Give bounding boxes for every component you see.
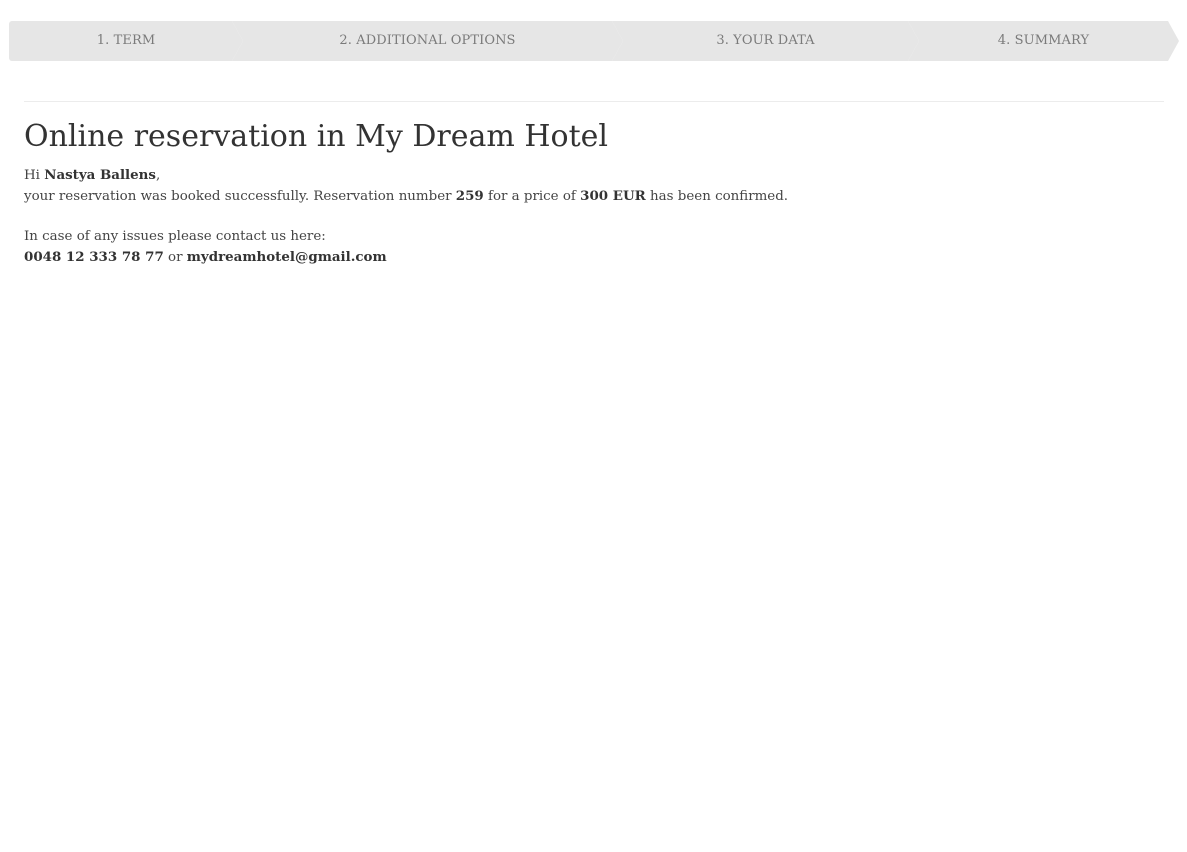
step-term[interactable]: 1. TERM — [9, 21, 243, 61]
contact-phone-link[interactable]: 0048 12 333 78 77 — [24, 249, 164, 265]
step-summary[interactable]: 4. SUMMARY — [908, 21, 1179, 61]
step-summary-label: 4. SUMMARY — [997, 33, 1090, 48]
reservation-number: 259 — [455, 188, 484, 204]
contact-separator: or — [163, 250, 187, 265]
reservation-line: your reservation was booked successfully… — [24, 186, 788, 207]
guest-name: Nastya Ballens — [44, 167, 156, 183]
reservation-price: 300 EUR — [580, 188, 646, 204]
greeting-prefix: Hi — [24, 168, 45, 183]
confirmed-text: has been confirmed. — [645, 189, 789, 204]
reservation-steps: 1. TERM 2. ADDITIONAL OPTIONS 3. YOUR DA… — [9, 21, 1179, 61]
step-additional-options[interactable]: 2. ADDITIONAL OPTIONS — [232, 21, 623, 61]
price-prefix: for a price of — [483, 189, 581, 204]
contact-email-link[interactable]: mydreamhotel@gmail.com — [187, 249, 387, 265]
contact-intro: In case of any issues please contact us … — [24, 229, 326, 244]
step-additional-options-label: 2. ADDITIONAL OPTIONS — [339, 33, 516, 48]
divider — [24, 101, 1164, 102]
greeting-suffix: , — [155, 168, 161, 183]
page-title: Online reservation in My Dream Hotel — [24, 119, 609, 154]
booked-text: your reservation was booked successfully… — [24, 189, 456, 204]
confirmation-message: Hi Nastya Ballens, your reservation was … — [24, 165, 788, 268]
greeting-line: Hi Nastya Ballens, — [24, 165, 788, 186]
contact-line: 0048 12 333 78 77 or mydreamhotel@gmail.… — [24, 247, 788, 268]
step-your-data[interactable]: 3. YOUR DATA — [612, 21, 919, 61]
step-term-label: 1. TERM — [96, 33, 156, 48]
step-your-data-label: 3. YOUR DATA — [716, 33, 815, 48]
